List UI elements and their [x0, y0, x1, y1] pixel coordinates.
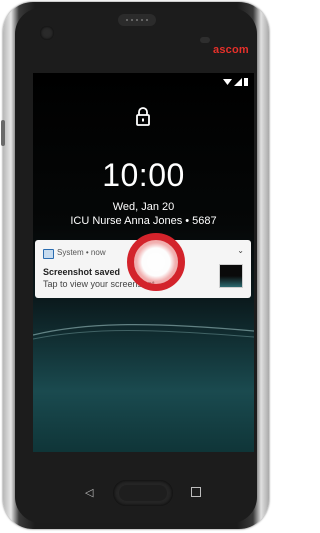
recents-icon[interactable]: [191, 487, 201, 497]
notification-title: Screenshot saved: [43, 267, 121, 277]
back-icon[interactable]: ◁: [85, 486, 93, 499]
screenshot-thumbnail[interactable]: [219, 264, 243, 288]
notification-app: System • now: [57, 248, 106, 257]
navigation-bar: ◁: [33, 470, 254, 516]
status-bar: [223, 78, 248, 86]
earpiece-speaker: [118, 14, 156, 26]
lock-icon[interactable]: [133, 106, 153, 128]
proximity-sensor: [200, 37, 210, 43]
wifi-icon: [223, 79, 232, 85]
brand-logo: ascom: [213, 44, 249, 56]
lockscreen-clock: 10:00: [102, 157, 185, 193]
image-icon: [43, 249, 54, 259]
touch-indicator: [127, 233, 185, 291]
front-camera: [40, 26, 54, 40]
signal-icon: [234, 78, 242, 86]
battery-icon: [244, 78, 248, 86]
wallpaper-wave: [33, 324, 254, 340]
owner-info: ICU Nurse Anna Jones • 5687: [70, 215, 217, 227]
chevron-down-icon[interactable]: ⌄: [237, 246, 244, 255]
side-button: [1, 120, 5, 146]
home-button[interactable]: [113, 480, 173, 506]
lockscreen-date: Wed, Jan 20: [112, 201, 175, 213]
screen: 10:00 Wed, Jan 20 ICU Nurse Anna Jones •…: [33, 73, 254, 452]
